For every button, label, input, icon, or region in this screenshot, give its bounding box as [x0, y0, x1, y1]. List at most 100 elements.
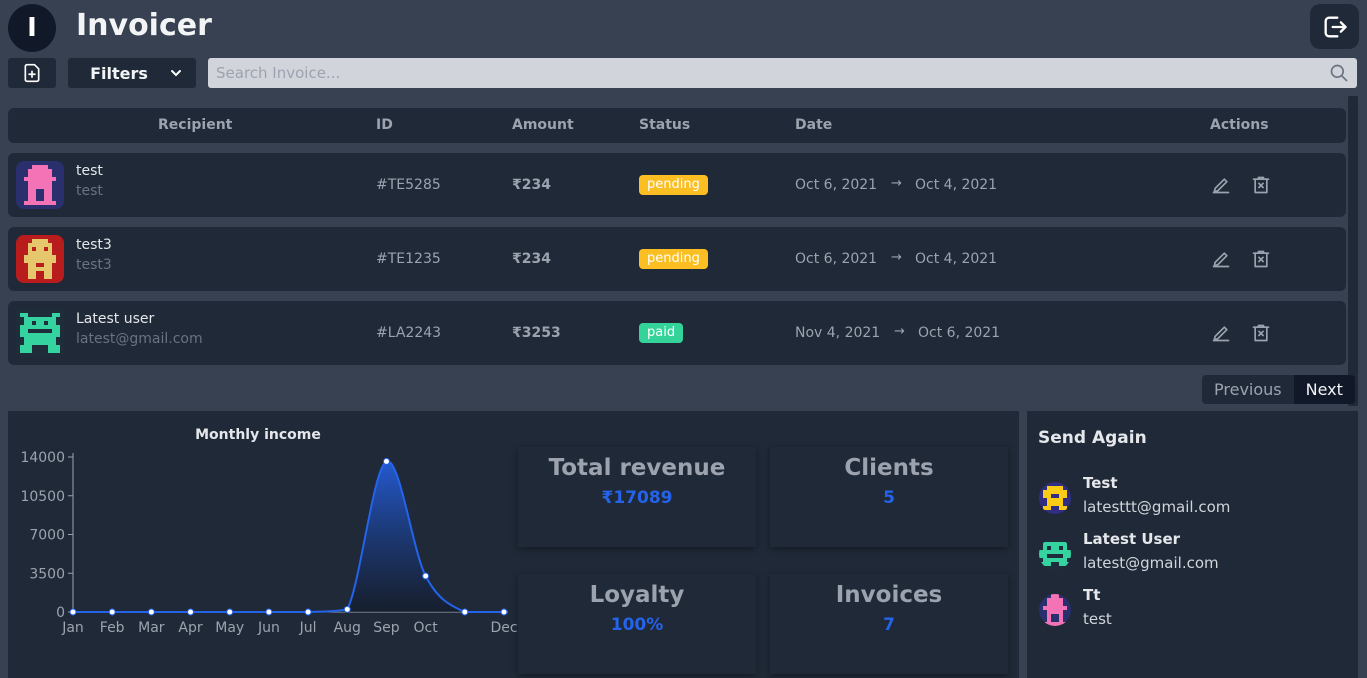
invoice-id: #TE1235 — [376, 251, 441, 267]
y-tick-label: 14000 — [20, 450, 65, 466]
data-point — [382, 457, 390, 465]
stat-card-total-revenue: Total revenue ₹17089 — [518, 447, 756, 547]
x-tick-label: Jan — [61, 620, 84, 636]
stat-value: 5 — [883, 488, 895, 508]
stat-value: ₹17089 — [601, 488, 673, 508]
header-id: ID — [376, 117, 393, 133]
x-tick-label: Mar — [138, 620, 165, 636]
next-button[interactable]: Next — [1293, 375, 1355, 404]
recipient-name: test — [76, 163, 103, 179]
x-tick-label: Aug — [334, 620, 361, 636]
chevron-down-icon — [170, 70, 181, 77]
contact-email: latest@gmail.com — [1083, 554, 1219, 572]
logout-button[interactable] — [1310, 4, 1359, 49]
delete-icon[interactable] — [1251, 249, 1271, 269]
file-add-icon — [24, 63, 40, 83]
date-from: Oct 6, 2021 — [795, 177, 878, 193]
search-icon[interactable] — [1329, 63, 1349, 83]
data-point — [69, 608, 77, 616]
income-area — [73, 461, 504, 612]
contact-email: test — [1083, 610, 1112, 628]
header-amount: Amount — [512, 117, 574, 133]
x-tick-label: Dec — [490, 620, 517, 636]
edit-icon[interactable] — [1211, 249, 1231, 269]
data-point — [265, 608, 273, 616]
recipient-email: latest@gmail.com — [76, 331, 203, 347]
contact-item[interactable]: Test latesttt@gmail.com — [1039, 474, 1339, 524]
date-from: Nov 4, 2021 — [795, 325, 881, 341]
stat-label: Invoices — [835, 582, 943, 608]
date-from: Oct 6, 2021 — [795, 251, 878, 267]
invoice-amount: ₹234 — [512, 177, 551, 193]
send-again-panel: Send Again Test latesttt@gmail.com Lates… — [1027, 411, 1358, 678]
x-tick-label: Jul — [299, 620, 317, 636]
app-logo: I — [8, 4, 56, 52]
income-line — [73, 460, 504, 613]
search-bar — [208, 58, 1357, 88]
invoice-id: #LA2243 — [376, 325, 442, 341]
contact-name: Test — [1083, 474, 1118, 492]
stat-value: 100% — [610, 615, 664, 635]
invoice-amount: ₹3253 — [512, 325, 561, 341]
stat-value: 7 — [883, 615, 895, 635]
table-row[interactable]: Latest user latest@gmail.com #LA2243 ₹32… — [8, 301, 1346, 365]
stat-label: Clients — [844, 455, 934, 481]
x-tick-label: May — [215, 620, 244, 636]
x-tick-label: Jun — [257, 620, 280, 636]
contact-item[interactable]: Latest User latest@gmail.com — [1039, 530, 1339, 580]
table-header: Recipient ID Amount Status Date Actions — [8, 108, 1346, 143]
edit-icon[interactable] — [1211, 323, 1231, 343]
new-invoice-button[interactable] — [8, 58, 56, 88]
delete-icon[interactable] — [1251, 175, 1271, 195]
delete-icon[interactable] — [1251, 323, 1271, 343]
filters-dropdown[interactable]: Filters — [68, 58, 196, 88]
data-point — [226, 608, 234, 616]
pagination: Previous Next — [1202, 375, 1355, 404]
date-to: Oct 4, 2021 — [915, 251, 998, 267]
table-row[interactable]: test3 test3 #TE1235 ₹234 pending Oct 6, … — [8, 227, 1346, 291]
data-point — [304, 608, 312, 616]
logout-icon — [1324, 16, 1347, 37]
contact-email: latesttt@gmail.com — [1083, 498, 1231, 516]
x-tick-label: Sep — [373, 620, 400, 636]
avatar — [1039, 594, 1071, 626]
status-badge: paid — [639, 323, 684, 343]
recipient-email: test — [76, 183, 103, 199]
date-to: Oct 4, 2021 — [915, 177, 998, 193]
stat-card-invoices: Invoices 7 — [770, 574, 1008, 674]
stat-label: Total revenue — [548, 455, 726, 481]
avatar — [1039, 538, 1071, 570]
y-tick-label: 7000 — [29, 528, 65, 544]
data-point — [147, 608, 155, 616]
data-point — [422, 572, 430, 580]
x-tick-label: Feb — [100, 620, 125, 636]
table-row[interactable]: test test #TE5285 ₹234 pending Oct 6, 20… — [8, 153, 1346, 217]
recipient-name: Latest user — [76, 311, 155, 327]
date-arrow: → — [891, 176, 902, 191]
status-badge: pending — [639, 175, 708, 195]
monthly-income-chart: 14000 10500 7000 3500 0Jan Feb Mar Apr May Jun Jul… — [20, 450, 517, 636]
data-point — [500, 608, 508, 616]
date-to: Oct 6, 2021 — [918, 325, 1001, 341]
avatar — [1039, 482, 1071, 514]
y-tick-label: 0 — [56, 605, 65, 621]
date-arrow: → — [894, 324, 905, 339]
scrollbar[interactable] — [1348, 96, 1358, 406]
avatar — [16, 235, 64, 283]
stat-card-loyalty: Loyalty 100% — [518, 574, 756, 674]
previous-button[interactable]: Previous — [1202, 375, 1294, 404]
avatar — [16, 161, 64, 209]
y-tick-label: 10500 — [20, 489, 65, 505]
search-input[interactable] — [208, 58, 1357, 88]
data-point — [461, 608, 469, 616]
header-recipient: Recipient — [158, 117, 233, 133]
recipient-name: test3 — [76, 237, 112, 253]
invoice-id: #TE5285 — [376, 177, 441, 193]
x-tick-label: Oct — [414, 620, 439, 636]
edit-icon[interactable] — [1211, 175, 1231, 195]
contact-name: Tt — [1083, 586, 1101, 604]
contact-item[interactable]: Tt test — [1039, 586, 1339, 636]
date-arrow: → — [891, 250, 902, 265]
data-point — [187, 608, 195, 616]
header-status: Status — [639, 117, 691, 133]
